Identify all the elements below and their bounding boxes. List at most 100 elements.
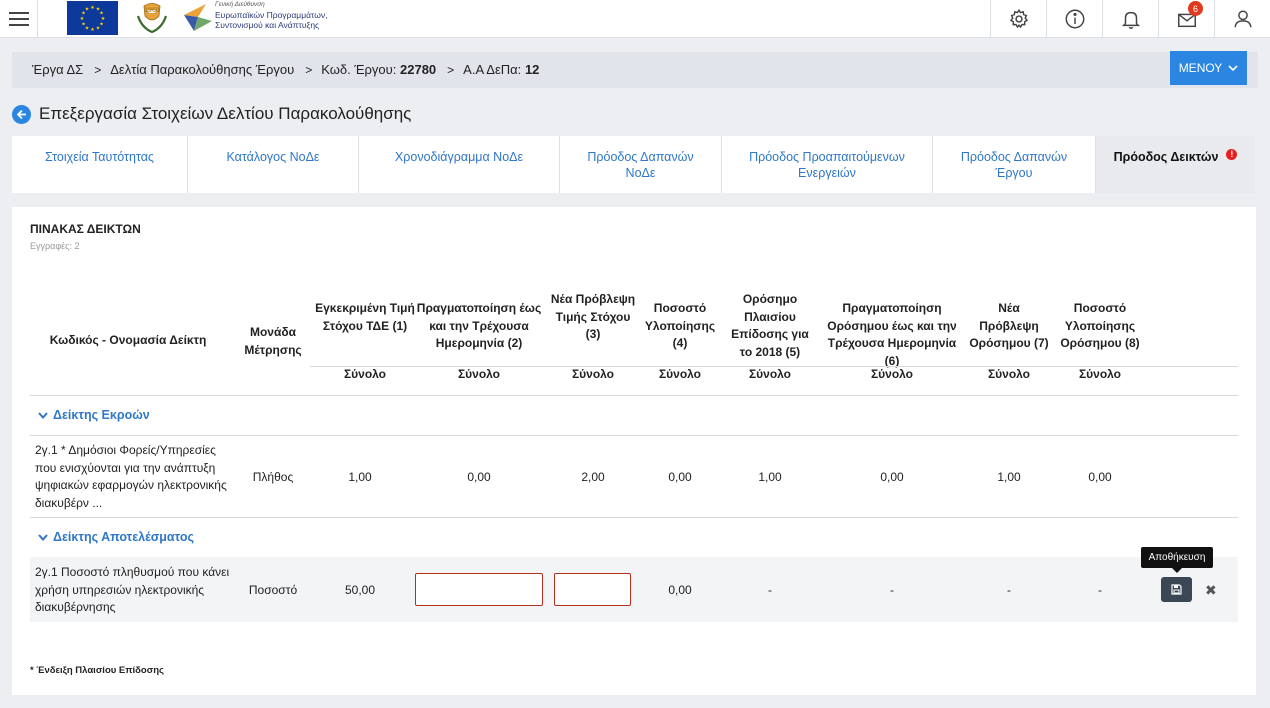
tab-node-schedule[interactable]: Χρονοδιάγραμμα ΝοΔε — [359, 136, 560, 193]
subheader-total: Σύνολο — [1078, 367, 1122, 381]
ministry-logo-line1: Γενική Διεύθυνση — [215, 1, 265, 8]
menu-button-label: ΜΕΝΟΥ — [1178, 61, 1223, 75]
cyprus-emblem-logo: 1960 — [134, 2, 170, 34]
panel-title: ΠΙΝΑΚΑΣ ΔΕΙΚΤΩΝ — [30, 222, 141, 236]
svg-text:★: ★ — [80, 16, 85, 22]
subheader-total: Σύνολο — [870, 367, 914, 381]
subheader-total: Σύνολο — [748, 367, 792, 381]
col-header-unit: Μονάδα Μέτρησης — [244, 325, 302, 357]
col-header-achievement: Πραγματοποίηση έως και την Τρέχουσα Ημερ… — [416, 301, 542, 350]
tab-label: Στοιχεία Ταυτότητας — [45, 150, 154, 164]
col-header-approved-target: Εγκεκριμένη Τιμή Στόχου ΤΔΕ (1) — [315, 301, 415, 333]
tab-label: Πρόοδος Δαπανών Έργου — [960, 150, 1068, 180]
new-target-forecast-value: 2,00 — [581, 470, 605, 484]
achievement-input[interactable] — [415, 573, 543, 606]
tab-node-catalog[interactable]: Κατάλογος ΝοΔε — [188, 136, 359, 193]
tab-label: Κατάλογος ΝοΔε — [226, 150, 320, 164]
indicators-panel: ΠΙΝΑΚΑΣ ΔΕΙΚΤΩΝ Εγγραφές: 2 Κωδικός - Ον… — [12, 207, 1256, 695]
breadcrumb-project-code-value: 22780 — [400, 62, 437, 77]
tab-bar: Στοιχεία Ταυτότητας Κατάλογος ΝοΔε Χρονο… — [12, 136, 1255, 193]
subheader-total: Σύνολο — [457, 367, 501, 381]
footnote: * Ένδειξη Πλαισίου Επίδοσης — [30, 665, 164, 676]
ministry-logo: Γενική Διεύθυνση Ευρωπαϊκών Προγραμμάτων… — [182, 0, 342, 36]
tab-label: Χρονοδιάγραμμα ΝοΔε — [394, 150, 524, 164]
breadcrumb-item-monitoring-reports[interactable]: Δελτία Παρακολούθησης Έργου — [110, 62, 294, 77]
tab-project-expenses-progress[interactable]: Πρόοδος Δαπανών Έργου — [933, 136, 1096, 193]
subheader-total: Σύνολο — [571, 367, 615, 381]
chevron-down-icon — [1228, 64, 1238, 71]
indicator-name: 2γ.1 Ποσοστό πληθυσμού που κάνει χρήση υ… — [35, 565, 230, 614]
subheader-total: Σύνολο — [658, 367, 702, 381]
top-bar: ★ ★ ★ ★ ★ ★ ★ ★ ★ ★ ★ ★ 1960 Γενική Διεύθυνση Ευρωπ… — [0, 0, 1270, 38]
tab-label: Πρόοδος Προαπαιτούμενων Ενεργειών — [749, 150, 905, 180]
ministry-logo-line2: Ευρωπαϊκών Προγραμμάτων, — [215, 10, 328, 20]
achievement-value: 0,00 — [467, 470, 491, 484]
svg-text:★: ★ — [90, 5, 95, 11]
save-tooltip: Αποθήκευση — [1141, 547, 1213, 573]
milestone-achievement-value: 0,00 — [880, 470, 904, 484]
group-output-indicators-toggle[interactable]: Δείκτης Εκροών — [38, 408, 150, 422]
menu-button[interactable]: ΜΕΝΟΥ — [1170, 51, 1247, 85]
indicator-unit: Πλήθος — [252, 470, 294, 484]
approved-target-value: 50,00 — [344, 583, 376, 597]
tab-identity-details[interactable]: Στοιχεία Ταυτότητας — [12, 136, 188, 193]
notifications-bell-icon[interactable] — [1102, 0, 1158, 38]
milestone-2018-value: - — [768, 583, 772, 597]
back-arrow-icon[interactable] — [12, 104, 31, 124]
new-milestone-forecast-value: 1,00 — [997, 470, 1021, 484]
cancel-edit-close-icon[interactable]: ✖ — [1205, 582, 1217, 599]
chevron-down-icon — [38, 411, 48, 419]
breadcrumb-project-code-label: Κωδ. Έργου: — [321, 62, 397, 77]
subheader-total: Σύνολο — [343, 367, 387, 381]
col-header-new-target-forecast: Νέα Πρόβλεψη Τιμής Στόχου (3) — [550, 292, 636, 341]
tab-prerequisite-actions-progress[interactable]: Πρόοδος Προαπαιτούμενων Ενεργειών — [722, 136, 933, 193]
user-profile-icon[interactable] — [1214, 0, 1270, 38]
breadcrumb-bar: Έργα ΔΣ > Δελτία Παρακολούθησης Έργου > … — [12, 52, 1258, 88]
col-header-indicator-name: Κωδικός - Ονομασία Δείκτη — [49, 333, 207, 347]
settings-gear-icon[interactable] — [990, 0, 1046, 38]
info-icon[interactable] — [1046, 0, 1102, 38]
breadcrumb-item-projects[interactable]: Έργα ΔΣ — [32, 62, 83, 77]
tab-label: Πρόοδος Δαπανών ΝοΔε — [587, 150, 694, 180]
milestone-rate-value: 0,00 — [1088, 470, 1112, 484]
svg-text:★: ★ — [81, 22, 86, 28]
group-result-indicators-toggle[interactable]: Δείκτης Αποτελέσματος — [38, 530, 194, 544]
messages-envelope-icon[interactable]: 6 — [1158, 0, 1214, 38]
eu-flag-logo: ★ ★ ★ ★ ★ ★ ★ ★ ★ ★ ★ ★ — [67, 1, 118, 35]
group-label: Δείκτης Αποτελέσματος — [53, 530, 194, 544]
alert-icon: ! — [1226, 149, 1238, 160]
indicator-name: 2γ.1 * Δημόσιοι Φορείς/Υπηρεσίες που ενι… — [35, 443, 227, 510]
new-target-forecast-input[interactable] — [554, 573, 631, 606]
chevron-right-icon: > — [305, 62, 313, 77]
save-button[interactable] — [1161, 577, 1192, 602]
tab-indicators-progress[interactable]: Πρόοδος Δεικτών! — [1096, 136, 1255, 193]
implementation-rate-value: 0,00 — [668, 470, 692, 484]
milestone-rate-value: - — [1098, 583, 1102, 597]
svg-text:★: ★ — [96, 26, 101, 32]
group-label: Δείκτης Εκροών — [53, 408, 150, 422]
milestone-2018-value: 1,00 — [758, 470, 782, 484]
indicator-unit: Ποσοστό — [248, 583, 298, 597]
floppy-disk-icon — [1171, 584, 1182, 595]
hamburger-menu-icon[interactable] — [0, 0, 38, 38]
col-header-new-milestone-forecast: Νέα Πρόβλεψη Ορόσημου (7) — [969, 301, 1049, 350]
col-header-milestone-2018: Ορόσημο Πλαισίου Επίδοσης για το 2018 (5… — [731, 292, 809, 359]
breadcrumb: Έργα ΔΣ > Δελτία Παρακολούθησης Έργου > … — [32, 62, 539, 77]
tab-node-expenses-progress[interactable]: Πρόοδος Δαπανών ΝοΔε — [560, 136, 722, 193]
svg-text:★: ★ — [85, 7, 90, 13]
breadcrumb-report-number-label: Α.Α ΔεΠα: — [463, 62, 522, 77]
notification-count-badge: 6 — [1188, 1, 1203, 16]
chevron-right-icon: > — [94, 62, 102, 77]
page-title: Επεξεργασία Στοιχείων Δελτίου Παρακολούθ… — [39, 104, 412, 123]
col-header-milestone-achievement: Πραγματοποίηση Ορόσημου έως και την Τρέχ… — [827, 301, 957, 368]
svg-text:★: ★ — [90, 27, 95, 33]
implementation-rate-value: 0,00 — [668, 583, 692, 597]
chevron-down-icon — [38, 533, 48, 541]
milestone-achievement-value: - — [890, 583, 894, 597]
ministry-logo-line3: Συντονισμού και Ανάπτυξης — [215, 20, 320, 30]
col-header-milestone-rate: Ποσοστό Υλοποίησης Ορόσημου (8) — [1060, 301, 1140, 350]
svg-text:1960: 1960 — [144, 7, 159, 14]
col-header-implementation-rate: Ποσοστό Υλοποίησης (4) — [644, 301, 716, 350]
approved-target-value: 1,00 — [348, 470, 372, 484]
record-count: Εγγραφές: 2 — [30, 241, 80, 251]
